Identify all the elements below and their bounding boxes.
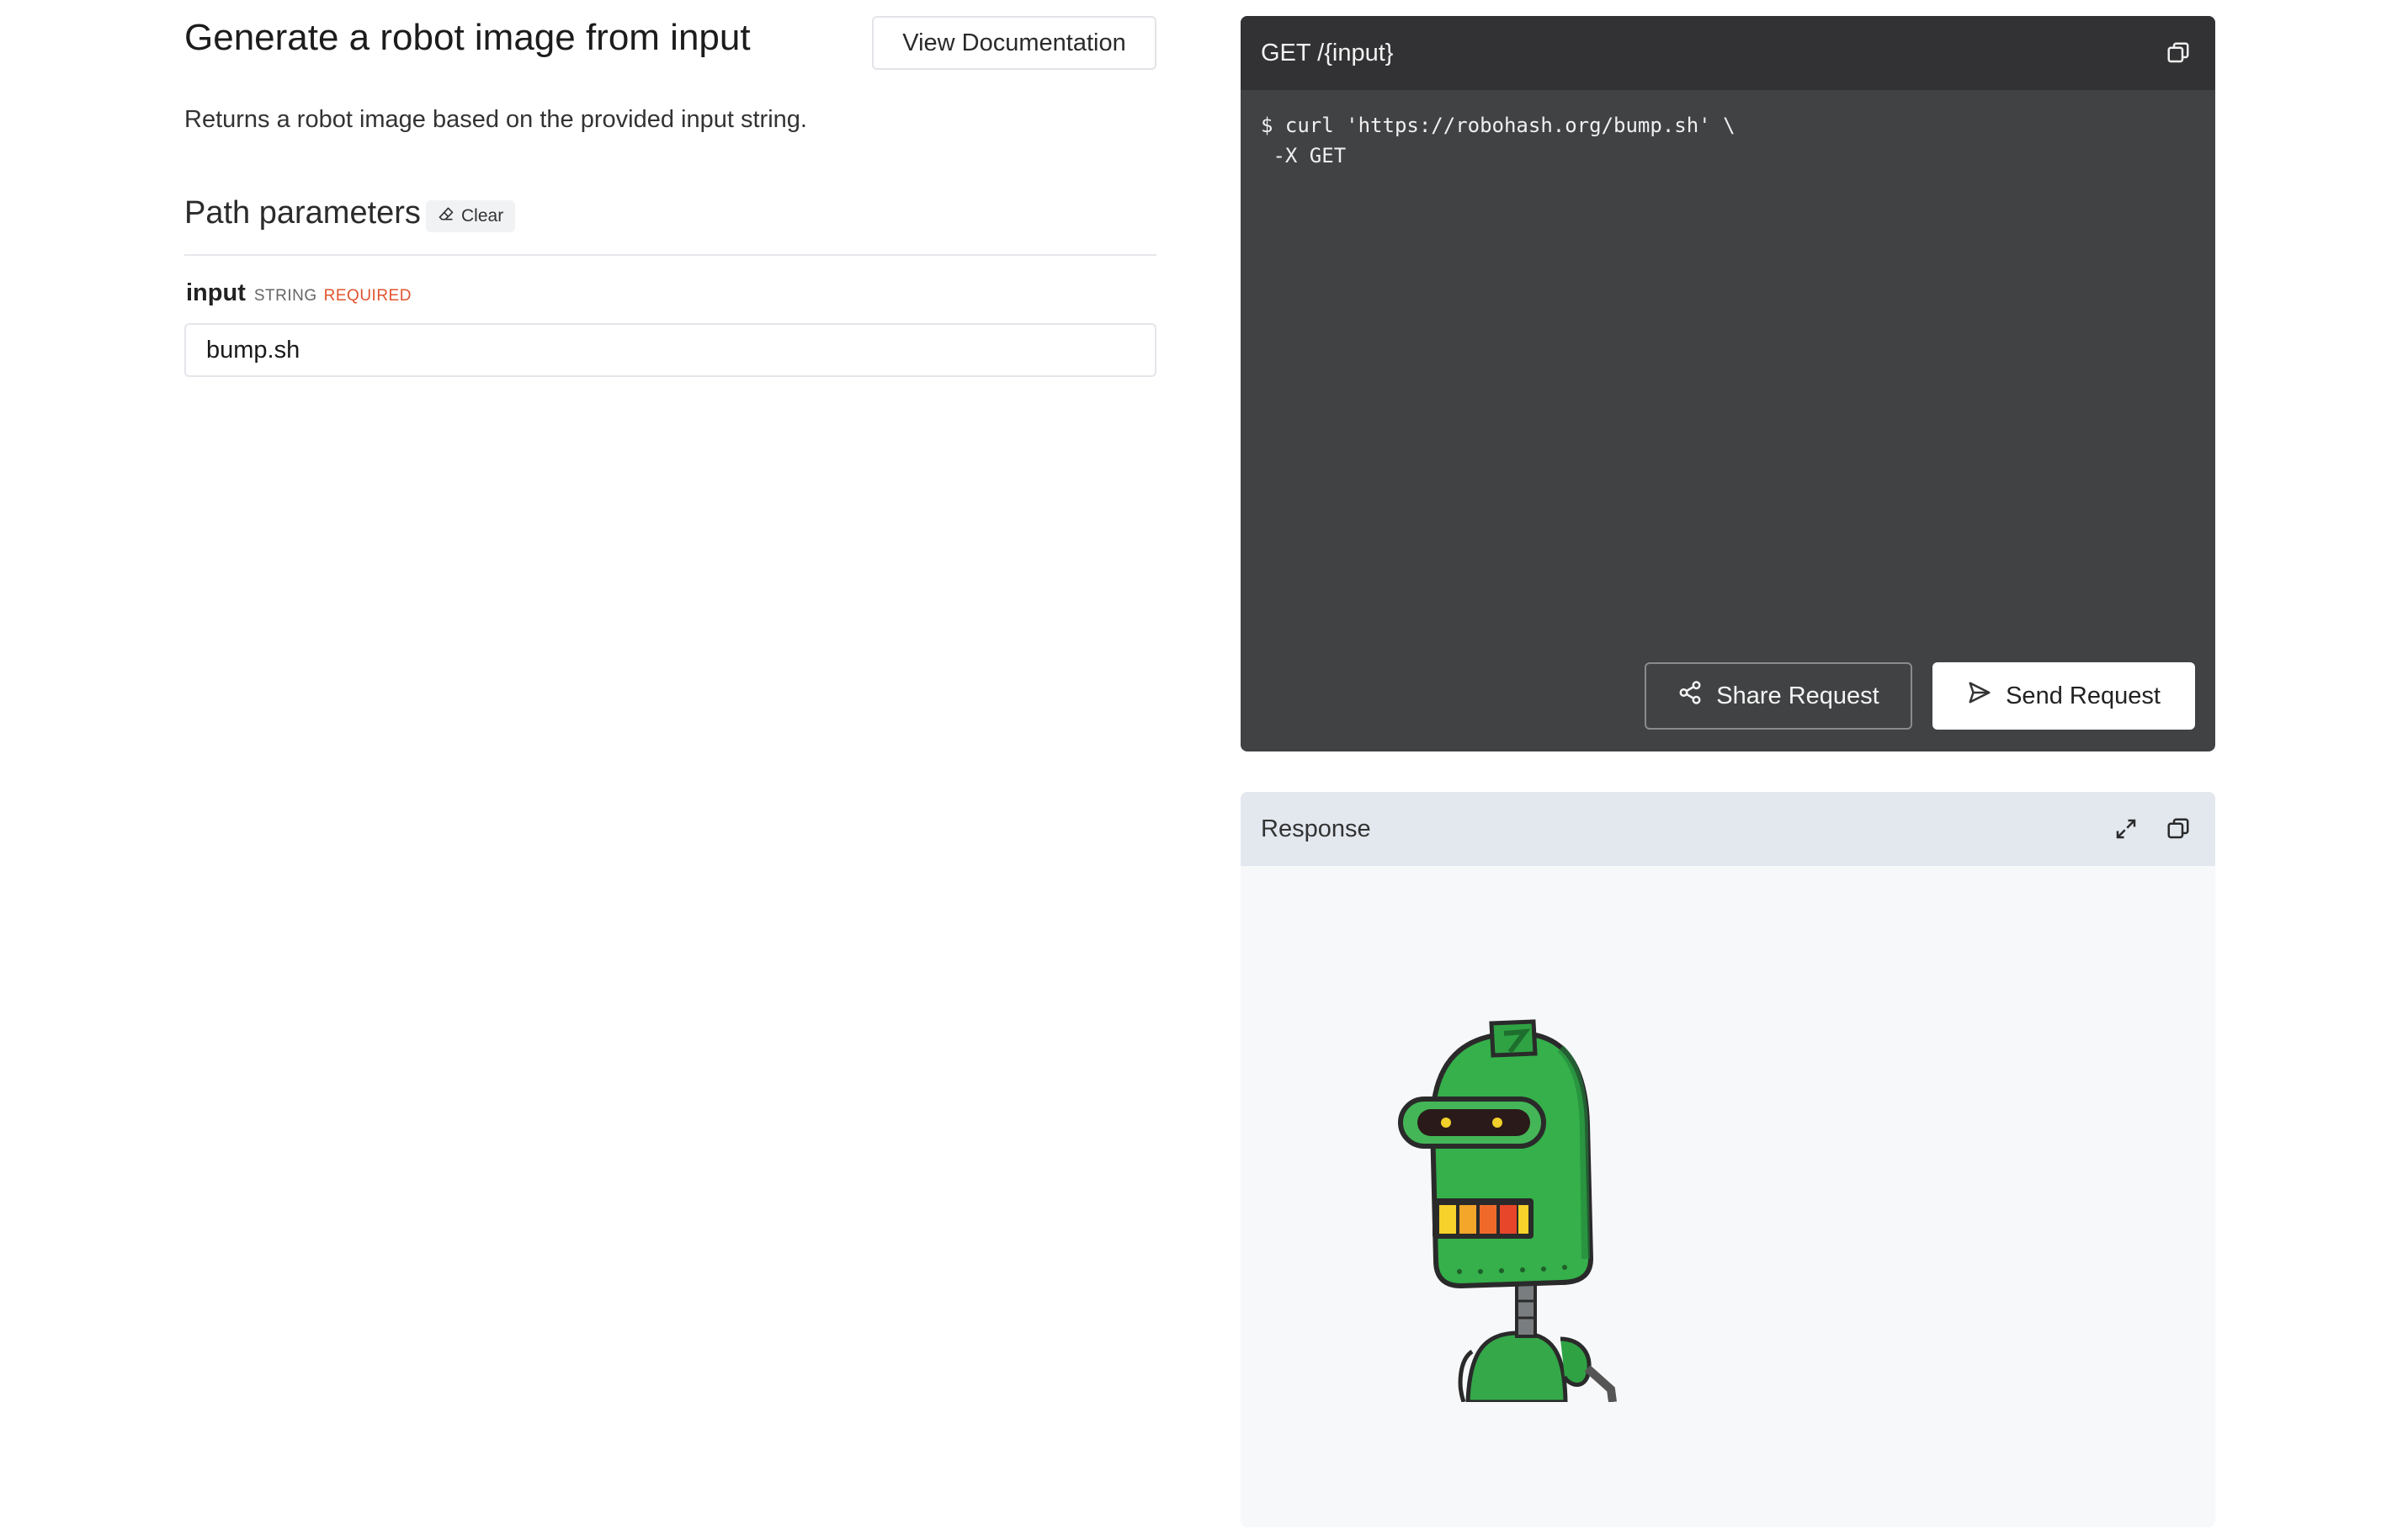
send-icon <box>1967 680 1992 712</box>
response-panel: Response <box>1241 792 2215 1527</box>
send-request-button[interactable]: Send Request <box>1932 662 2195 730</box>
param-type: STRING <box>253 287 317 305</box>
request-panel: GET /{input} $ curl 'https://robohash.or… <box>1241 16 2215 751</box>
code-line: -X GET <box>1261 144 1347 167</box>
endpoint-description: Returns a robot image based on the provi… <box>184 106 807 133</box>
param-name: input <box>186 279 246 306</box>
response-header: Response <box>1241 792 2215 866</box>
copy-icon[interactable] <box>2161 36 2195 70</box>
request-header: GET /{input} <box>1241 16 2215 90</box>
page-title: Generate a robot image from input <box>184 17 751 58</box>
param-header: input STRING REQUIRED <box>186 279 412 307</box>
send-request-label: Send Request <box>2006 682 2161 709</box>
copy-icon[interactable] <box>2161 812 2195 846</box>
share-icon <box>1677 680 1703 712</box>
expand-icon[interactable] <box>2109 812 2143 846</box>
curl-snippet: $ curl 'https://robohash.org/bump.sh' \ … <box>1261 110 1736 171</box>
clear-button[interactable]: Clear <box>426 200 516 232</box>
share-request-label: Share Request <box>1716 682 1879 709</box>
clear-label: Clear <box>461 206 504 226</box>
eraser-icon <box>438 205 454 227</box>
section-divider <box>184 254 1156 256</box>
request-method-path: GET /{input} <box>1261 39 1394 66</box>
code-line: $ curl 'https://robohash.org/bump.sh' \ <box>1261 114 1736 137</box>
response-title: Response <box>1261 815 1371 842</box>
robot-image <box>1398 1019 1617 1402</box>
view-documentation-button[interactable]: View Documentation <box>872 16 1156 70</box>
param-required-badge: REQUIRED <box>323 287 412 305</box>
share-request-button[interactable]: Share Request <box>1645 662 1912 730</box>
path-parameters-heading: Path parameters <box>184 195 421 231</box>
input-param-field[interactable] <box>184 323 1156 377</box>
